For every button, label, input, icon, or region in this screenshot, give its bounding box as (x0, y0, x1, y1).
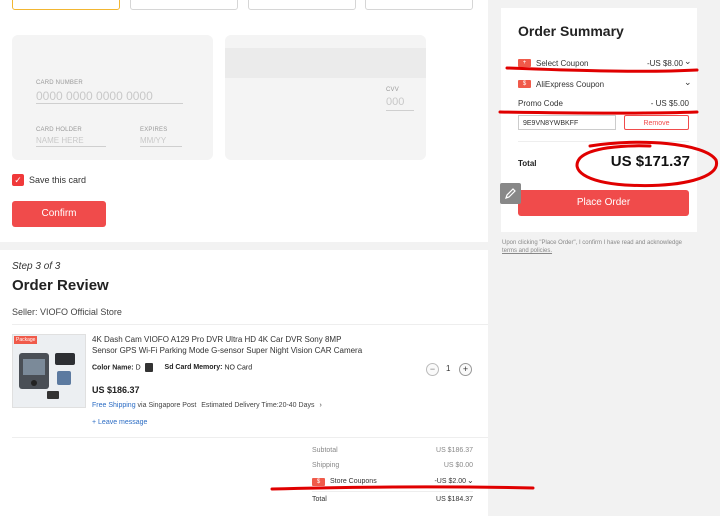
dash-cam-image (19, 353, 75, 399)
divider (12, 324, 488, 325)
divider (312, 491, 473, 492)
cvv-field[interactable]: 000 (386, 96, 414, 111)
memory-label: Sd Card Memory: (164, 364, 223, 372)
expires-label: EXPIRES (140, 127, 168, 133)
promo-code-label: Promo Code (518, 99, 563, 108)
disclaimer-text: Upon clicking "Place Order", I confirm I… (502, 239, 702, 255)
payment-method-tab[interactable] (248, 0, 356, 10)
select-coupon-label[interactable]: Select Coupon (536, 59, 588, 68)
subtotal-value: US $186.37 (436, 447, 473, 454)
place-order-button[interactable]: Place Order (518, 190, 689, 216)
delivery-time: Estimated Delivery Time:20-40 Days (201, 402, 315, 409)
subtotal-label: Subtotal (312, 447, 338, 454)
card-holder-field[interactable]: NAME HERE (36, 136, 106, 147)
select-coupon-value: -US $8.00 (646, 59, 683, 68)
store-coupons-label[interactable]: Store Coupons (330, 478, 377, 485)
quantity-increase-button[interactable]: + (459, 363, 472, 376)
quantity-decrease-button[interactable]: − (426, 363, 439, 376)
leave-message-link[interactable]: + Leave message (92, 419, 147, 426)
color-label: Color Name: (92, 364, 134, 372)
payment-method-tab-selected[interactable] (12, 0, 120, 10)
free-shipping-label: Free Shipping (92, 402, 136, 409)
quantity-value: 1 (446, 364, 451, 373)
payment-panel: CARD NUMBER 0000 0000 0000 0000 CARD HOL… (0, 0, 488, 242)
minus-icon: − (429, 364, 436, 374)
shipping-label: Shipping (312, 462, 340, 469)
summary-total-label: Total (518, 159, 537, 168)
check-icon: ✓ (14, 175, 22, 185)
product-options: Color Name: D Sd Card Memory: NO Card (92, 363, 252, 372)
card-holder-label: CARD HOLDER (36, 127, 82, 133)
expires-field[interactable]: MM/YY (140, 136, 182, 147)
total-value: US $184.37 (436, 496, 473, 503)
memory-value: NO Card (224, 364, 253, 372)
product-thumbnail[interactable]: Package (12, 334, 86, 408)
payment-method-tab[interactable] (130, 0, 238, 10)
order-review-title: Order Review (12, 277, 109, 294)
product-price: US $186.37 (92, 385, 140, 395)
summary-total-value: US $171.37 (610, 153, 690, 170)
order-summary-title: Order Summary (518, 23, 624, 39)
terms-link[interactable]: terms and policies. (502, 248, 552, 254)
chevron-down-icon[interactable]: ⌄ (684, 77, 692, 88)
promo-code-input[interactable]: 9E9VN8YWBKFF (518, 115, 616, 130)
coupon-icon: $ (518, 80, 531, 88)
seller-name: Seller: VIOFO Official Store (12, 307, 122, 317)
plus-icon: + (462, 364, 469, 374)
save-card-checkbox[interactable]: ✓ (12, 174, 24, 186)
card-number-field[interactable]: 0000 0000 0000 0000 (36, 89, 183, 104)
magnetic-strip (225, 48, 426, 78)
aliexpress-coupon-label[interactable]: AliExpress Coupon (536, 80, 604, 89)
shipping-info[interactable]: Free Shipping via Singapore Post Estimat… (92, 402, 322, 409)
store-coupons-value: -US $2.00 (434, 478, 466, 485)
remove-promo-button[interactable]: Remove (624, 115, 689, 130)
divider (518, 141, 689, 142)
payment-method-tab[interactable] (365, 0, 473, 10)
chevron-right-icon: › (319, 402, 322, 409)
package-badge: Package (14, 336, 38, 344)
save-card-label: Save this card (29, 175, 87, 185)
step-label: Step 3 of 3 (12, 261, 61, 272)
edit-icon[interactable] (500, 183, 521, 204)
chevron-down-icon[interactable]: ⌄ (684, 56, 692, 67)
cvv-label: CVV (386, 87, 399, 93)
confirm-button[interactable]: Confirm (12, 201, 106, 227)
coupon-icon: $ (312, 478, 325, 486)
disclaimer-body: Upon clicking "Place Order", I confirm I… (502, 240, 683, 246)
color-value: D (135, 364, 141, 372)
total-label: Total (312, 496, 327, 503)
divider (12, 437, 488, 438)
chevron-down-icon[interactable]: ⌄ (467, 476, 474, 485)
shipping-method: via Singapore Post (137, 402, 197, 409)
color-swatch[interactable] (144, 363, 153, 372)
shipping-value: US $0.00 (443, 462, 473, 469)
coupon-icon: + (518, 59, 531, 67)
product-title[interactable]: 4K Dash Cam VIOFO A129 Pro DVR Ultra HD … (92, 334, 368, 356)
card-number-label: CARD NUMBER (36, 80, 83, 86)
promo-code-value: - US $5.00 (650, 99, 689, 108)
